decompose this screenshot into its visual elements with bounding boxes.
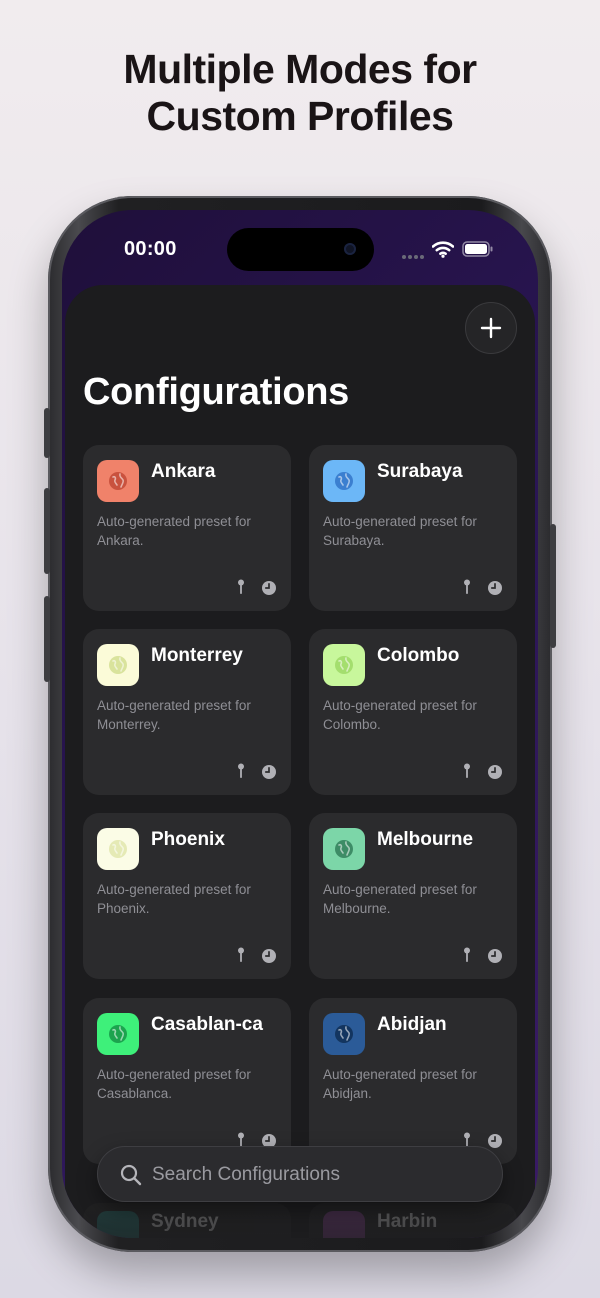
- pin-icon[interactable]: [237, 947, 245, 963]
- clock-icon[interactable]: [261, 764, 277, 780]
- configuration-name: Casablan-ca: [151, 1014, 263, 1035]
- configuration-description: Auto-generated preset for Phoenix.: [97, 882, 251, 916]
- pin-icon[interactable]: [237, 763, 245, 779]
- headline-line-2: Custom Profiles: [146, 93, 454, 139]
- configuration-description: Auto-generated preset for Casablanca.: [97, 1067, 251, 1101]
- globe-icon: [335, 840, 353, 858]
- marketing-headline: Multiple Modes for Custom Profiles: [0, 46, 600, 140]
- configuration-name: Surabaya: [377, 461, 463, 482]
- clock-icon[interactable]: [261, 580, 277, 596]
- action-button: [44, 408, 50, 458]
- clock-icon[interactable]: [487, 1133, 503, 1149]
- configuration-description: Auto-generated preset for Colombo.: [323, 698, 477, 732]
- globe-icon: [109, 840, 127, 858]
- camera-icon: [344, 243, 356, 255]
- configuration-card[interactable]: Colombo Auto-generated preset for Colombo…: [309, 629, 517, 795]
- search-input[interactable]: [152, 1161, 482, 1189]
- configuration-name: Ankara: [151, 461, 216, 482]
- power-button: [550, 524, 556, 648]
- configuration-icon: [97, 644, 139, 686]
- configuration-name: Colombo: [377, 645, 460, 666]
- pin-icon[interactable]: [463, 763, 471, 779]
- configuration-card[interactable]: Surabaya Auto-generated preset for Suraba…: [309, 445, 517, 611]
- globe-icon: [335, 1025, 353, 1043]
- configuration-icon: [323, 644, 365, 686]
- configuration-card[interactable]: Ankara Auto-generated preset for Ankara.: [83, 445, 291, 611]
- headline-line-1: Multiple Modes for: [123, 46, 477, 92]
- status-time: 00:00: [124, 238, 177, 260]
- configuration-card[interactable]: Melbourne Auto-generated preset for Melbo…: [309, 813, 517, 979]
- phone-screen: 00:00 Configurations Ankara Auto-generate…: [62, 210, 538, 1238]
- clock-icon[interactable]: [487, 764, 503, 780]
- configuration-description: Auto-generated preset for Surabaya.: [323, 514, 477, 548]
- configuration-card[interactable]: Abidjan Auto-generated preset for Abidjan…: [309, 998, 517, 1164]
- globe-icon: [109, 1025, 127, 1043]
- globe-icon: [335, 656, 353, 674]
- pin-icon[interactable]: [463, 947, 471, 963]
- pin-icon[interactable]: [463, 579, 471, 595]
- wifi-icon: [432, 241, 454, 258]
- signal-dots-icon: [402, 246, 426, 259]
- clock-icon[interactable]: [487, 580, 503, 596]
- configuration-icon: [97, 1013, 139, 1055]
- configuration-icon: [97, 828, 139, 870]
- configuration-card[interactable]: Monterrey Auto-generated preset for Monte…: [83, 629, 291, 795]
- configuration-name: Melbourne: [377, 829, 474, 850]
- configuration-card[interactable]: Phoenix Auto-generated preset for Phoenix…: [83, 813, 291, 979]
- pin-icon[interactable]: [237, 579, 245, 595]
- configuration-description: Auto-generated preset for Melbourne.: [323, 882, 477, 916]
- battery-icon: [462, 241, 493, 257]
- configuration-description: Auto-generated preset for Abidjan.: [323, 1067, 477, 1101]
- configuration-card[interactable]: Casablan-ca Auto-generated preset for Cas…: [83, 998, 291, 1164]
- volume-down-button: [44, 596, 50, 682]
- volume-up-button: [44, 488, 50, 574]
- configuration-description: Auto-generated preset for Monterrey.: [97, 698, 251, 732]
- globe-icon: [335, 472, 353, 490]
- configuration-name: Abidjan: [377, 1014, 447, 1035]
- clock-icon[interactable]: [261, 948, 277, 964]
- configuration-name: Monterrey: [151, 645, 243, 666]
- globe-icon: [109, 656, 127, 674]
- clock-icon[interactable]: [487, 948, 503, 964]
- search-bar[interactable]: [97, 1146, 503, 1202]
- configurations-grid: Ankara Auto-generated preset for Ankara. S…: [65, 285, 535, 1238]
- configuration-icon: [323, 1013, 365, 1055]
- configurations-sheet: Configurations Ankara Auto-generated pres…: [65, 285, 535, 1238]
- configuration-icon: [323, 460, 365, 502]
- configuration-icon: [97, 460, 139, 502]
- globe-icon: [109, 472, 127, 490]
- configuration-description: Auto-generated preset for Ankara.: [97, 514, 251, 548]
- dynamic-island: [227, 228, 374, 271]
- search-icon: [120, 1164, 142, 1186]
- configuration-icon: [323, 828, 365, 870]
- configuration-name: Phoenix: [151, 829, 225, 850]
